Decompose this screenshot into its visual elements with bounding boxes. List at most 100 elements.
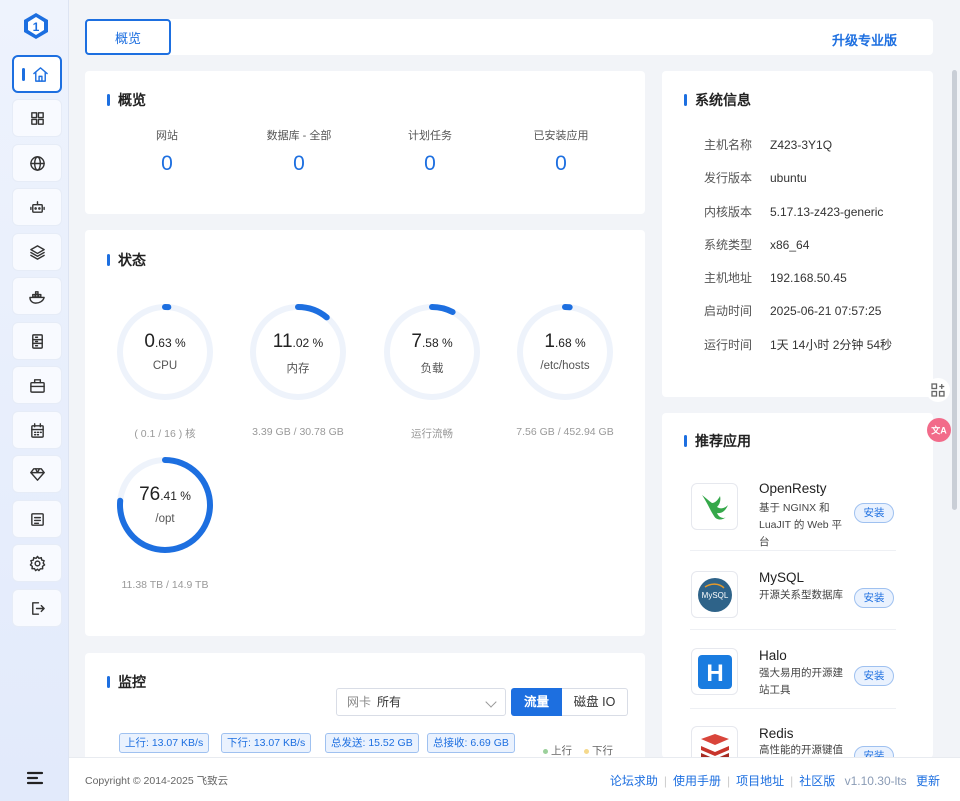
logo-icon[interactable]: 1 — [23, 12, 49, 40]
footer: Copyright © 2014-2025 飞致云 论坛求助 | 使用手册 | 项目地址… — [69, 757, 960, 801]
footer-links: 论坛求助 | 使用手册 | 项目地址 | 社区版 v1.10.30-lts 更新 — [610, 772, 940, 789]
svg-text:MySQL: MySQL — [701, 591, 728, 600]
traffic-tab[interactable]: 流量 — [511, 688, 562, 716]
nic-select-label: 网卡 — [347, 695, 372, 709]
stat-databases[interactable]: 数据库 - 全部 0 — [239, 127, 359, 176]
stat-value[interactable]: 0 — [107, 152, 227, 176]
gauge-label: 内存 — [286, 363, 310, 375]
log-icon — [30, 512, 44, 526]
info-address: 主机地址 192.168.50.45 — [704, 269, 847, 286]
app-item-halo[interactable]: H Halo 强大易用的开源建站工具 安装 — [690, 639, 896, 709]
info-value: ubuntu — [770, 171, 807, 185]
app-item-redis[interactable]: Redis 高性能的开源键值 安装 — [690, 718, 896, 758]
stat-label: 计划任务 — [408, 130, 452, 142]
disk-io-tab[interactable]: 磁盘 IO — [562, 688, 628, 716]
legend-down[interactable]: 下行 — [584, 743, 613, 758]
nav-logs[interactable] — [12, 500, 62, 538]
gauge-memory[interactable]: 11.02 % 内存 3.39 GB / 30.78 GB — [248, 302, 348, 438]
stat-cron[interactable]: 计划任务 0 — [370, 127, 490, 176]
chevron-down-icon — [485, 696, 497, 708]
settings-icon — [29, 555, 45, 571]
nav-pro[interactable] — [12, 455, 62, 493]
nav-database[interactable] — [12, 322, 62, 360]
gauge-cpu[interactable]: 0.63 % CPU( 0.1 / 16 ) 核 — [115, 302, 215, 440]
total-received-badge: 总接收: 6.69 GB — [427, 733, 515, 753]
info-value: 2025-06-21 07:57:25 — [770, 304, 882, 318]
nav-toolbox[interactable] — [12, 366, 62, 404]
gauge-label: /etc/hosts — [540, 360, 590, 372]
info-value: x86_64 — [770, 238, 810, 252]
app-item-mysql[interactable]: MySQL MySQL 开源关系型数据库 安装 — [690, 562, 896, 630]
scrollbar[interactable] — [952, 70, 957, 510]
app-name: Redis — [759, 726, 794, 741]
svg-text:1: 1 — [33, 20, 40, 34]
install-button[interactable]: 安装 — [854, 588, 894, 608]
gauge-label: CPU — [152, 360, 178, 372]
install-button[interactable]: 安装 — [854, 503, 894, 523]
nav-layers[interactable] — [12, 233, 62, 271]
info-key: 系统类型 — [704, 238, 753, 252]
gauge-value: 7.58 % — [411, 331, 453, 352]
upgrade-button[interactable]: 升级专业版 — [832, 30, 897, 49]
app-description: 强大易用的开源建站工具 — [759, 667, 843, 696]
stat-label: 网站 — [156, 130, 178, 142]
info-key: 启动时间 — [704, 304, 753, 318]
system-info-title: 系统信息 — [684, 92, 751, 108]
nav-home[interactable] — [12, 55, 62, 93]
info-boot-time: 启动时间 2025-06-21 07:57:25 — [704, 302, 881, 319]
menu-collapse-icon[interactable] — [25, 768, 45, 788]
database-icon — [31, 333, 43, 349]
info-value: 5.17.13-z423-generic — [770, 205, 884, 219]
nav-containers[interactable] — [12, 277, 62, 315]
stat-value[interactable]: 0 — [370, 152, 490, 176]
app-description: 开源关系型数据库 — [759, 589, 843, 601]
stat-installed-apps[interactable]: 已安装应用 0 — [501, 127, 621, 176]
link-manual[interactable]: 使用手册 — [673, 774, 721, 788]
link-community[interactable]: 社区版 — [799, 774, 835, 788]
openresty-icon — [691, 483, 738, 530]
info-value: 192.168.50.45 — [770, 271, 847, 285]
stat-websites[interactable]: 网站 0 — [107, 127, 227, 176]
gauge-load[interactable]: 7.58 % 负载 运行流畅 — [382, 302, 482, 440]
info-hostname: 主机名称 Z423-3Y1Q — [704, 136, 832, 153]
nav-settings[interactable] — [12, 544, 62, 582]
nic-select[interactable]: 网卡 所有 — [336, 688, 506, 716]
float-ai-assistant-button[interactable]: 文A — [927, 418, 951, 442]
divider: | — [726, 774, 731, 788]
gauge-value: 11.02 % — [272, 331, 324, 352]
svg-text:文A: 文A — [931, 425, 947, 436]
nic-select-value: 所有 — [377, 695, 402, 709]
info-value: Z423-3Y1Q — [770, 138, 833, 152]
stat-value[interactable]: 0 — [239, 152, 359, 176]
update-link[interactable]: 更新 — [916, 774, 940, 788]
app-name: OpenResty — [759, 481, 827, 496]
gauge-disk-opt[interactable]: 76.41 % /opt 11.38 TB / 14.9 TB — [115, 455, 215, 591]
legend-dot-icon — [584, 748, 589, 754]
gauge-disk-hosts[interactable]: 1.68 % /etc/hosts 7.56 GB / 452.94 GB — [515, 302, 615, 438]
recommended-apps-title: 推荐应用 — [684, 433, 751, 449]
divider: | — [790, 774, 794, 788]
toolbox-icon — [29, 378, 45, 393]
halo-icon: H — [691, 648, 738, 695]
nav-websites[interactable] — [12, 144, 62, 182]
nav-logout[interactable] — [12, 589, 62, 627]
install-button[interactable]: 安装 — [854, 666, 894, 686]
gauge-value: 0.63 % — [144, 331, 186, 352]
nav-cron[interactable] — [12, 411, 62, 449]
app-item-openresty[interactable]: OpenResty 基于 NGINX 和 LuaJIT 的 Web 平台 安装 — [690, 475, 896, 551]
app-description: 基于 NGINX 和 LuaJIT 的 Web 平台 — [759, 502, 843, 548]
link-project[interactable]: 项目地址 — [736, 774, 784, 788]
calendar-icon — [30, 422, 44, 438]
recommended-apps-card: 推荐应用 OpenResty 基于 NGINX 和 LuaJIT 的 Web 平… — [662, 413, 933, 758]
stat-value[interactable]: 0 — [501, 152, 621, 176]
tab-overview[interactable]: 概览 — [85, 19, 171, 55]
float-layout-button[interactable] — [926, 378, 950, 402]
overview-card: 概览 网站 0 数据库 - 全部 0 计划任务 0 已安装应用 0 — [85, 71, 645, 214]
link-forum[interactable]: 论坛求助 — [610, 774, 658, 788]
legend-up[interactable]: 上行 — [543, 743, 572, 758]
nav-apps[interactable] — [12, 99, 62, 137]
nav-ai[interactable] — [12, 188, 62, 226]
info-key: 运行时间 — [704, 338, 753, 352]
overview-title: 概览 — [107, 92, 146, 108]
svg-text:H: H — [706, 660, 723, 687]
